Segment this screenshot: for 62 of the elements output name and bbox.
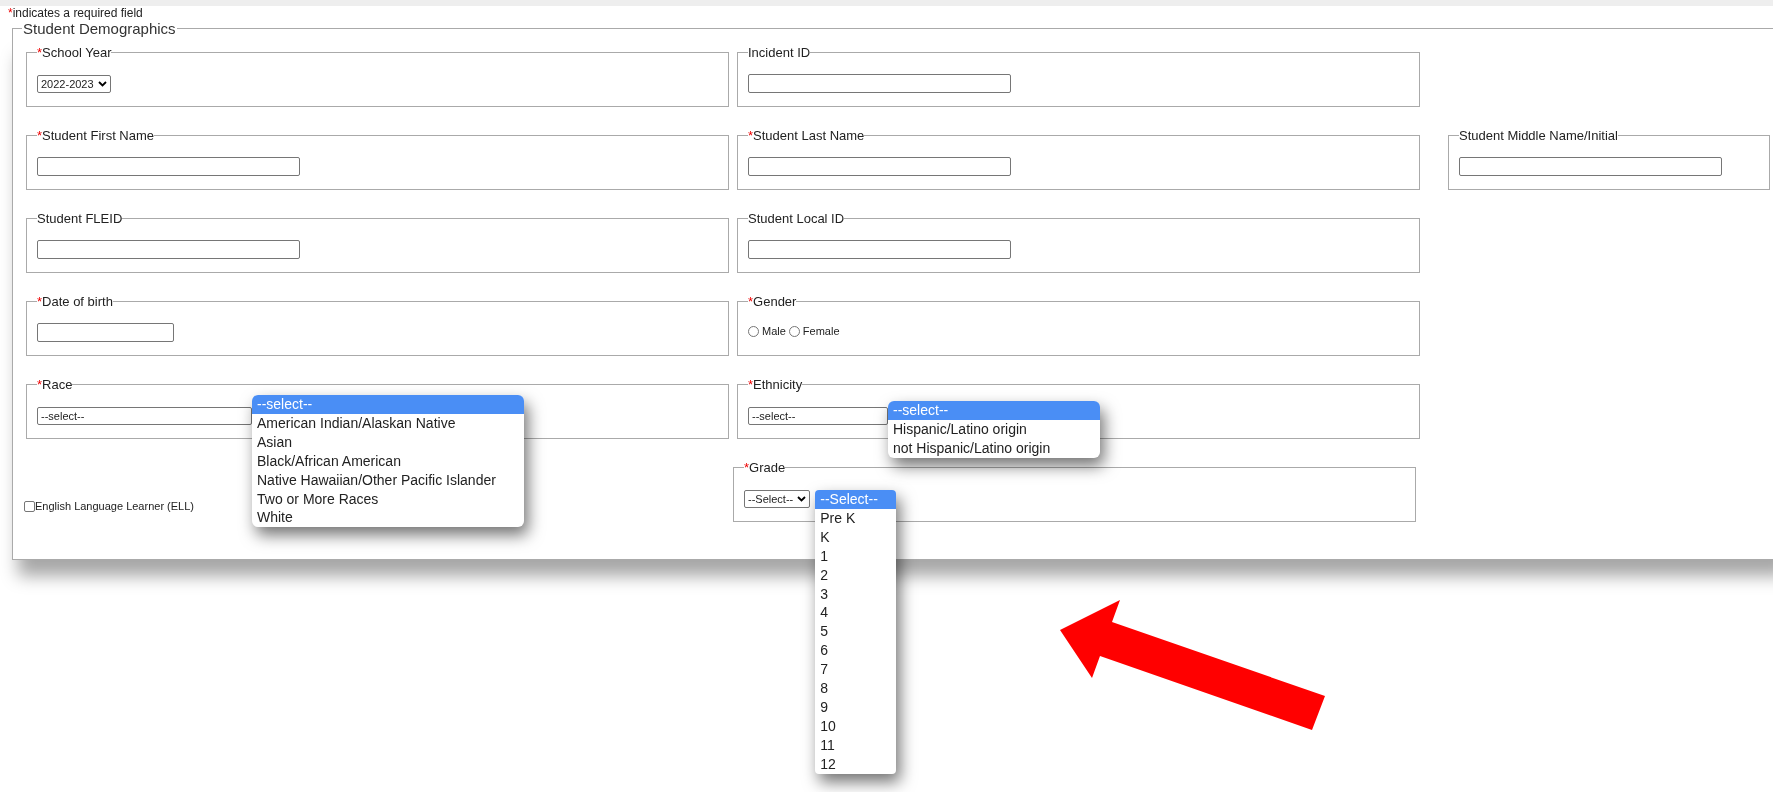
caret-icon <box>97 81 107 87</box>
required-mark: * <box>37 45 43 60</box>
dropdown-option[interactable]: Native Hawaiian/Other Pacific Islander <box>252 470 524 490</box>
section-title: Student Demographics <box>22 20 177 37</box>
dropdown[interactable]: --select-- <box>37 407 252 425</box>
dropdown-option[interactable]: 7 <box>815 660 897 680</box>
dropdown-option[interactable]: 4 <box>815 603 897 623</box>
dropdown-option[interactable]: 8 <box>815 679 897 698</box>
field-label: Student Local ID <box>748 211 845 226</box>
checkbox[interactable] <box>24 500 35 512</box>
checkbox-label[interactable]: English Language Learner (ELL) <box>35 500 194 512</box>
field-label: Gender <box>753 294 797 309</box>
field-label: Student FLEID <box>37 211 123 226</box>
required-mark: * <box>748 377 754 392</box>
dropdown-option[interactable]: 6 <box>815 641 897 661</box>
input-field[interactable] <box>1459 157 1722 176</box>
field-label: Ethnicity <box>753 377 803 392</box>
dropdown-option[interactable]: 3 <box>815 584 897 604</box>
required-mark: * <box>37 128 43 143</box>
dropdown-option[interactable]: Two or More Races <box>252 489 524 509</box>
required-note: indicates a required field <box>12 6 143 20</box>
dropdown[interactable]: --select-- <box>748 407 888 425</box>
dropdown-option[interactable]: White <box>252 508 524 528</box>
dropdown[interactable]: 2022-2023 <box>37 75 111 93</box>
input-field[interactable] <box>748 74 1011 93</box>
dropdown-option[interactable]: 12 <box>815 754 897 774</box>
field-label: Grade <box>749 460 786 475</box>
field-label: Date of birth <box>42 294 113 309</box>
dropdown-option[interactable]: 5 <box>815 622 897 642</box>
required-mark: * <box>37 377 43 392</box>
dropdown-option[interactable]: 1 <box>815 546 897 566</box>
radio-label[interactable]: Male <box>762 325 786 337</box>
dropdown-option[interactable]: 11 <box>815 735 897 755</box>
dropdown[interactable]: --Select-- <box>744 490 811 508</box>
radio-label[interactable]: Female <box>802 325 840 337</box>
required-mark: * <box>744 460 750 475</box>
dropdown-option[interactable]: American Indian/Alaskan Native <box>252 413 524 433</box>
field-label: Race <box>42 377 73 392</box>
dropdown-option[interactable]: Hispanic/Latino origin <box>888 419 1100 439</box>
dropdown-option[interactable]: Black/African American <box>252 451 524 471</box>
caret-icon <box>797 496 807 502</box>
dropdown-option[interactable]: 10 <box>815 716 897 736</box>
required-mark: * <box>37 294 43 309</box>
required-mark: * <box>8 6 13 20</box>
input-field[interactable] <box>37 240 300 259</box>
dropdown-option[interactable]: Pre K <box>815 508 897 528</box>
field-label: Student Last Name <box>753 128 865 143</box>
input-field[interactable] <box>37 157 300 176</box>
required-mark: * <box>748 294 754 309</box>
required-mark: * <box>748 128 754 143</box>
input-field[interactable] <box>748 240 1011 259</box>
field-label: Incident ID <box>748 45 811 60</box>
field-label: Student Middle Name/Initial <box>1459 128 1618 143</box>
input-field[interactable] <box>748 157 1011 176</box>
field-label: School Year <box>42 45 112 60</box>
field-label: Student First Name <box>42 128 155 143</box>
input-field[interactable] <box>37 323 174 342</box>
dropdown-option[interactable]: Asian <box>252 432 524 452</box>
dropdown-option[interactable]: 9 <box>815 697 897 717</box>
dropdown-option[interactable]: 2 <box>815 565 897 585</box>
dropdown-option[interactable]: not Hispanic/Latino origin <box>888 438 1100 458</box>
dropdown-option[interactable]: K <box>815 527 897 547</box>
